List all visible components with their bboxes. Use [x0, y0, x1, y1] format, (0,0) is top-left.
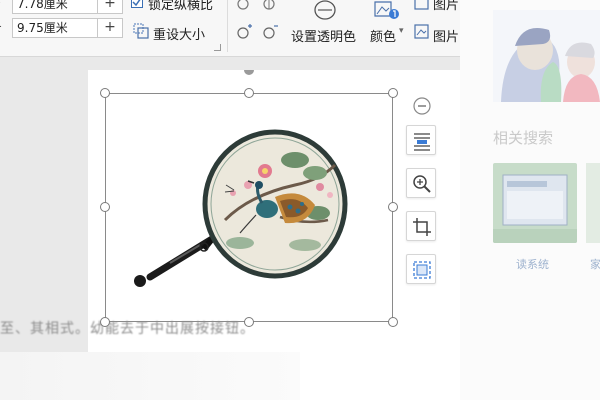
picture-tools-ribbon: - 7.78厘米 + - 9.75厘米 + 锁定纵横比 重设大小 设置透明色 颜…	[0, 0, 460, 57]
resize-handle-bottom-left[interactable]	[100, 317, 110, 327]
decrease-brightness-icon[interactable]	[262, 24, 280, 44]
picture-process-button[interactable]	[406, 254, 436, 284]
picture-selection-box[interactable]	[105, 93, 393, 322]
zoom-picture-button[interactable]	[406, 168, 436, 198]
resize-handle-top[interactable]	[244, 88, 254, 98]
set-transparent-button[interactable]: 设置透明色	[291, 26, 356, 45]
width-input[interactable]: 9.75厘米	[12, 18, 98, 38]
related-search-title: 相关搜索	[493, 129, 554, 147]
color-button[interactable]: 颜色	[370, 26, 396, 45]
color-icon[interactable]	[373, 0, 401, 24]
height-input[interactable]: 7.78厘米	[12, 0, 98, 14]
reset-size-icon[interactable]	[132, 22, 150, 44]
resize-handle-top-right[interactable]	[388, 88, 398, 98]
resize-handle-right[interactable]	[388, 202, 398, 212]
ribbon-separator	[227, 0, 228, 52]
lock-ratio-label: 锁定纵横比	[148, 0, 214, 13]
lock-ratio-checkbox[interactable]	[131, 0, 143, 8]
picture-effect-button[interactable]: 图片	[433, 0, 459, 13]
crop-picture-button[interactable]	[406, 211, 436, 241]
wrap-text-icon	[414, 133, 430, 151]
result-preview-image	[493, 174, 577, 243]
brightness-icon[interactable]	[236, 0, 250, 15]
resize-handle-bottom[interactable]	[244, 317, 254, 327]
resize-handle-top-left[interactable]	[100, 88, 110, 98]
increase-brightness-icon[interactable]	[236, 24, 254, 44]
zoom-in-icon	[413, 175, 431, 193]
resize-handle-left[interactable]	[100, 202, 110, 212]
transparent-color-icon[interactable]	[313, 0, 337, 24]
width-plus-button[interactable]: +	[97, 18, 123, 38]
search-result-thumbnail[interactable]	[493, 163, 577, 243]
check-icon	[132, 0, 141, 7]
picture-layout-button[interactable]: 图片	[433, 26, 459, 45]
group-expand-icon[interactable]	[214, 44, 221, 51]
image-process-icon	[413, 261, 431, 279]
right-panel: 相关搜索 读系统 家	[460, 0, 600, 400]
search-result-thumbnail-2[interactable]	[586, 163, 600, 243]
minus-circle-icon	[413, 97, 431, 115]
crop-icon	[413, 218, 431, 236]
resize-handle-bottom-right[interactable]	[388, 317, 398, 327]
contrast-icon[interactable]	[262, 0, 276, 15]
illustration-banner-image	[493, 10, 600, 102]
collapse-toolbar-button[interactable]	[412, 96, 432, 120]
page-bottom-area	[0, 352, 300, 400]
height-plus-button[interactable]: +	[97, 0, 123, 14]
color-dropdown-icon[interactable]: ▾	[399, 26, 404, 36]
reset-size-button[interactable]: 重设大小	[153, 24, 205, 43]
width-minus-button[interactable]: -	[0, 19, 2, 34]
search-result-caption-2[interactable]: 家	[590, 256, 600, 272]
layout-options-button[interactable]	[406, 125, 436, 155]
picture-border-icon[interactable]	[414, 0, 430, 15]
height-minus-button[interactable]: -	[0, 0, 1, 10]
picture-layout-icon[interactable]	[414, 24, 430, 44]
search-result-caption[interactable]: 读系统	[516, 256, 549, 272]
